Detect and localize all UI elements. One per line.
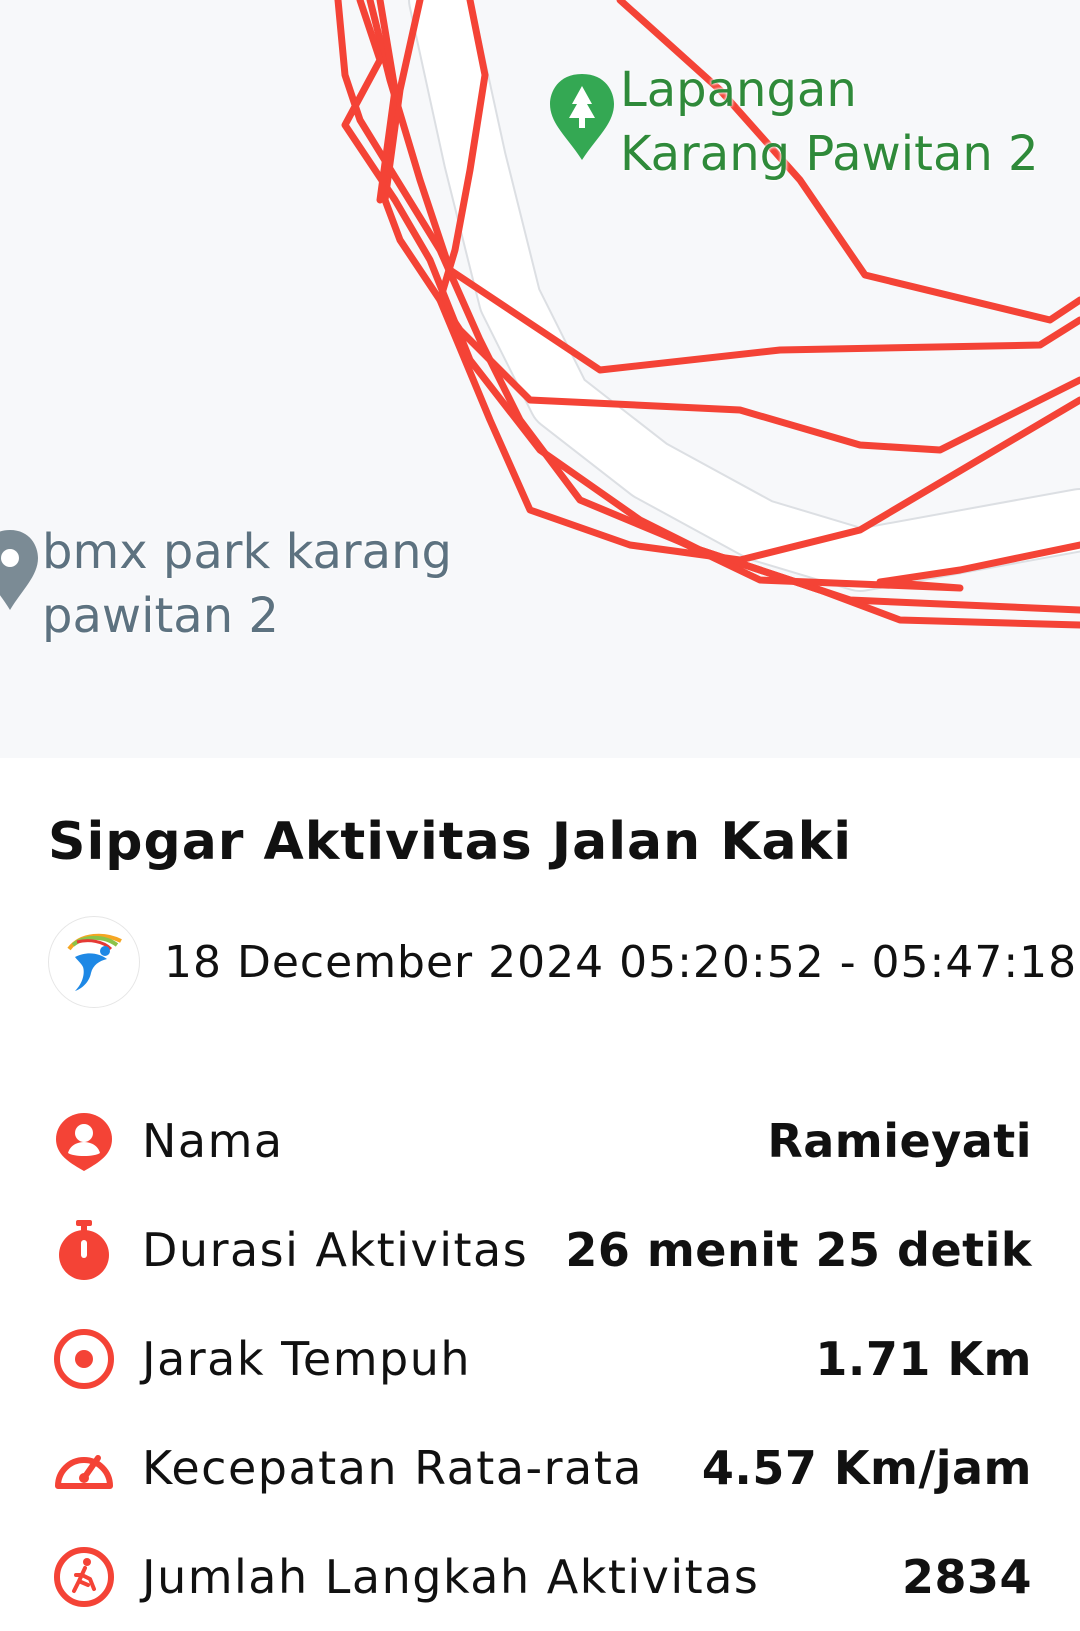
stat-row-name: Nama Ramieyati bbox=[48, 1086, 1032, 1195]
stat-label-steps: Jumlah Langkah Aktivitas bbox=[142, 1549, 760, 1604]
app-logo-icon bbox=[48, 916, 140, 1008]
stat-row-duration: Durasi Aktivitas 26 menit 25 detik bbox=[48, 1195, 1032, 1304]
activity-datetime: 18 December 2024 05:20:52 - 05:47:18 bbox=[164, 936, 1078, 988]
route-map[interactable]: Lapangan Karang Pawitan 2 bmx park karan… bbox=[0, 0, 1080, 758]
stat-value-speed: 4.57 Km/jam bbox=[701, 1440, 1032, 1495]
poi-bmx-name-line1: bmx park karang bbox=[42, 524, 452, 580]
activity-title: Sipgar Aktivitas Jalan Kaki bbox=[48, 812, 853, 872]
park-pin-icon[interactable] bbox=[550, 74, 614, 160]
poi-park-name-line1: Lapangan bbox=[620, 62, 857, 118]
stat-row-distance: Jarak Tempuh 1.71 Km bbox=[48, 1304, 1032, 1413]
target-icon bbox=[48, 1323, 120, 1395]
stat-label-duration: Durasi Aktivitas bbox=[142, 1222, 529, 1277]
stat-value-name: Ramieyati bbox=[767, 1113, 1032, 1168]
activity-date-row: 18 December 2024 05:20:52 - 05:47:18 bbox=[48, 916, 1077, 1008]
stat-row-speed: Kecepatan Rata-rata 4.57 Km/jam bbox=[48, 1413, 1032, 1522]
poi-bmx-name-line2: pawitan 2 bbox=[42, 588, 279, 644]
stat-label-name: Nama bbox=[142, 1113, 284, 1168]
place-pin-icon[interactable] bbox=[0, 530, 38, 610]
stat-value-duration: 26 menit 25 detik bbox=[565, 1222, 1032, 1277]
stopwatch-icon bbox=[48, 1214, 120, 1286]
activity-stats: Nama Ramieyati Durasi Aktivitas 26 menit… bbox=[48, 1086, 1032, 1631]
poi-park-name-line2: Karang Pawitan 2 bbox=[620, 126, 1039, 182]
stat-label-distance: Jarak Tempuh bbox=[142, 1331, 472, 1386]
stat-row-steps: Jumlah Langkah Aktivitas 2834 bbox=[48, 1522, 1032, 1631]
user-pin-icon bbox=[48, 1105, 120, 1177]
poi-label-bmx[interactable]: bmx park karang pawitan 2 bbox=[42, 520, 452, 648]
walking-icon bbox=[48, 1541, 120, 1613]
stat-value-distance: 1.71 Km bbox=[815, 1331, 1032, 1386]
stat-label-speed: Kecepatan Rata-rata bbox=[142, 1440, 643, 1495]
poi-label-park[interactable]: Lapangan Karang Pawitan 2 bbox=[620, 58, 1039, 186]
stat-value-steps: 2834 bbox=[901, 1549, 1032, 1604]
speedometer-icon bbox=[48, 1432, 120, 1504]
